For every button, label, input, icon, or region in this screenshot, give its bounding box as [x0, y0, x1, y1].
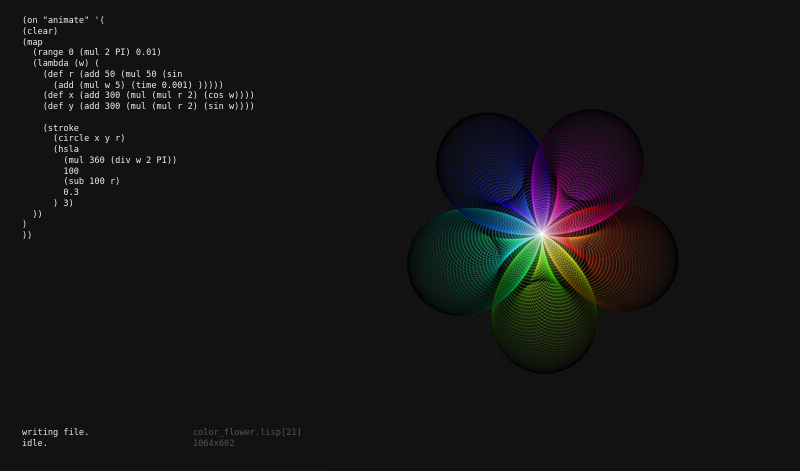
code-line: (def y (add 300 (mul (mul r 2) (sin w)))…	[22, 102, 255, 112]
code-line: (circle x y r)	[22, 134, 126, 145]
canvas-dimensions: 1064x602	[193, 439, 235, 449]
code-line: ​	[22, 113, 255, 124]
code-editor-panel: (on "animate" '((clear) (map (range 0 (mu…	[0, 0, 330, 471]
status-message: writing file.	[22, 428, 90, 438]
file-info: color_flower.lisp[21] 1064x602	[193, 428, 302, 450]
code-line: (def r (add 50 (mul 50 (sin	[22, 69, 183, 80]
code-line: (sub 100 r)	[22, 177, 121, 188]
color-flower-render	[325, 0, 800, 471]
code-line: (lambda (w) (	[22, 59, 100, 69]
code-line: ))	[22, 231, 33, 241]
code-line: 0.3	[22, 188, 79, 198]
code-line: ) 3)	[22, 198, 74, 209]
status-area: writing file. idle.	[22, 428, 89, 450]
code-line: 100	[22, 166, 79, 177]
code-editor[interactable]: (on "animate" '((clear) (map (range 0 (mu…	[22, 16, 255, 242]
code-line: (hsla	[22, 145, 79, 155]
code-line: (range 0 (mul 2 PI) 0.01)	[22, 48, 162, 59]
code-line: (map	[22, 37, 43, 48]
render-canvas[interactable]	[325, 0, 800, 471]
code-line: (clear)	[22, 26, 59, 37]
code-line: (add (mul w 5) (time 0.001) )))))	[22, 80, 224, 91]
status-state: idle.	[22, 439, 48, 449]
code-line: (def x (add 300 (mul (mul r 2) (cos w)))…	[22, 91, 255, 102]
file-name: color_flower.lisp[21]	[193, 428, 302, 438]
code-line: ))	[22, 209, 43, 220]
code-line: (stroke	[22, 123, 79, 134]
app-window: (on "animate" '((clear) (map (range 0 (mu…	[0, 0, 800, 471]
code-line: (mul 360 (div w 2 PI))	[22, 155, 178, 166]
code-line: )	[22, 220, 28, 231]
code-line: (on "animate" '(	[22, 16, 105, 26]
